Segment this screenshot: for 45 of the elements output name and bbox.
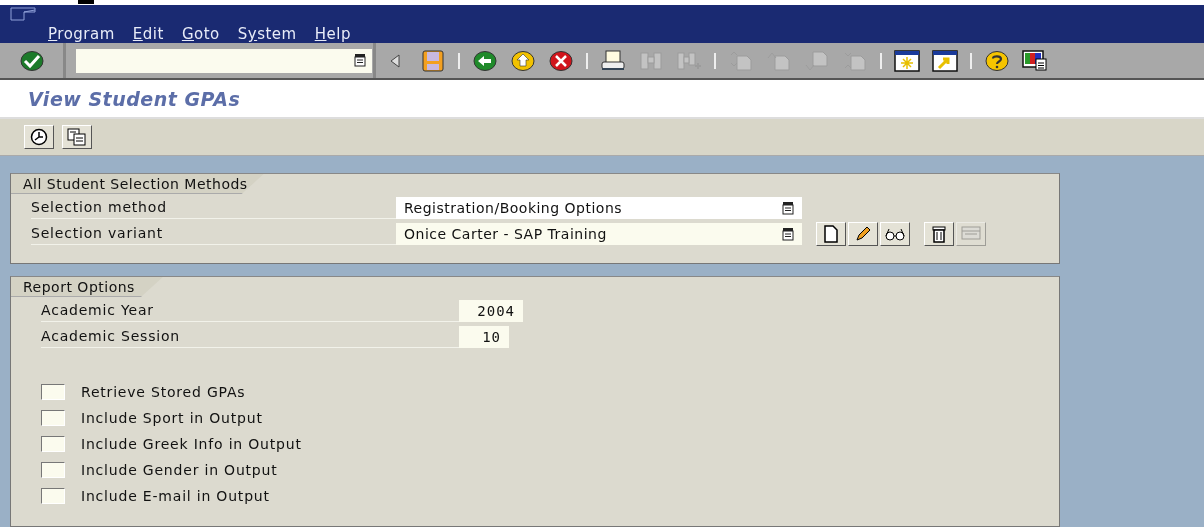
- input-field[interactable]: Registration/Booking Options: [396, 197, 802, 219]
- menu-item[interactable]: Help: [314, 25, 351, 43]
- input-field[interactable]: 2004: [459, 300, 523, 322]
- checkbox[interactable]: [41, 384, 65, 400]
- field-label: Selection method: [31, 197, 396, 219]
- pages-icon: [67, 128, 87, 146]
- checkbox-label: Retrieve Stored GPAs: [81, 384, 246, 400]
- window-icon: [961, 226, 981, 242]
- checkbox-label: Include Gender in Output: [81, 462, 278, 478]
- checkbox[interactable]: [41, 410, 65, 426]
- trash-button[interactable]: [924, 222, 954, 246]
- glasses-button[interactable]: [880, 222, 910, 246]
- field-label: Selection variant: [31, 223, 396, 245]
- checkbox-label: Include E-mail in Output: [81, 488, 270, 504]
- menu-item[interactable]: System: [237, 25, 297, 43]
- menu-item[interactable]: Edit: [132, 25, 164, 43]
- menu-item[interactable]: Goto: [181, 25, 220, 43]
- group-title: All Student Selection Methods: [11, 174, 264, 194]
- clock-icon: [30, 128, 48, 146]
- blank-page-button[interactable]: [816, 222, 846, 246]
- blank-page-icon: [823, 225, 839, 243]
- command-field[interactable]: [76, 48, 372, 73]
- input-field[interactable]: 10: [459, 326, 509, 348]
- dropdown-list-icon[interactable]: [354, 54, 366, 67]
- input-field[interactable]: Onice Carter - SAP Training: [396, 223, 802, 245]
- trash-icon: [931, 225, 947, 243]
- checkbox[interactable]: [41, 436, 65, 452]
- checkbox[interactable]: [41, 488, 65, 504]
- screen-title: View Student GPAs: [28, 87, 241, 110]
- field-label: Academic Year: [41, 300, 459, 322]
- checkbox-label: Include Sport in Output: [81, 410, 263, 426]
- system-menu-icon[interactable]: [10, 7, 38, 21]
- field-label: Academic Session: [41, 326, 459, 348]
- checkbox[interactable]: [41, 462, 65, 478]
- window-mark: [78, 0, 94, 4]
- menu-item[interactable]: Program: [48, 25, 115, 43]
- checkbox-label: Include Greek Info in Output: [81, 436, 302, 452]
- dropdown-list-icon[interactable]: [782, 201, 794, 215]
- glasses-icon: [884, 227, 906, 241]
- execute-button[interactable]: [24, 125, 54, 149]
- dropdown-list-icon[interactable]: [782, 227, 794, 241]
- pencil-icon: [854, 225, 872, 243]
- pencil-button[interactable]: [848, 222, 878, 246]
- group-title: Report Options: [11, 277, 163, 297]
- variant-button[interactable]: [62, 125, 92, 149]
